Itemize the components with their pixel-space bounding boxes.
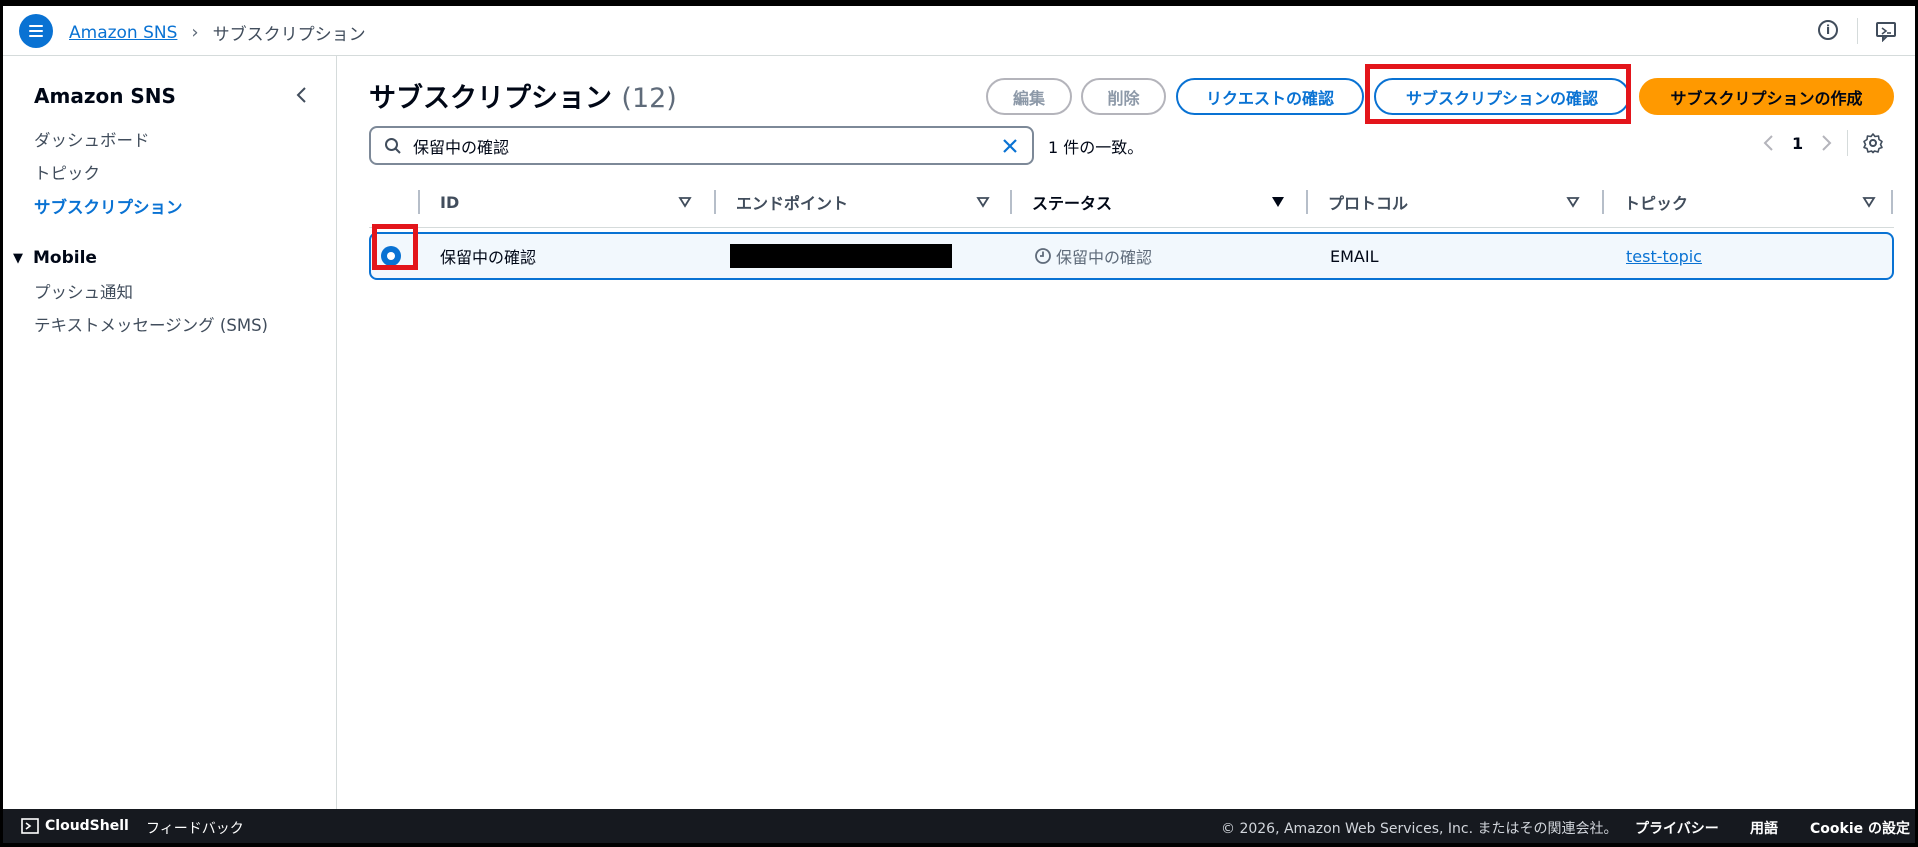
cell-protocol: EMAIL <box>1330 246 1379 266</box>
confirm-subscription-button[interactable]: サブスクリプションの確認 <box>1374 78 1630 115</box>
chevron-left-icon[interactable] <box>291 84 313 106</box>
clock-icon <box>1035 248 1051 264</box>
cell-topic: test-topic <box>1626 234 1702 278</box>
sidebar: Amazon SNS ダッシュボード トピック サブスクリプション ▼ Mobi… <box>3 56 337 809</box>
sidebar-section-label: Mobile <box>33 248 97 268</box>
sidebar-item-sms[interactable]: テキストメッセージング (SMS) <box>34 312 268 336</box>
page-title-count: (12) <box>621 83 677 114</box>
gear-icon[interactable] <box>1862 132 1884 154</box>
status-text: 保留中の確認 <box>1056 248 1153 267</box>
sidebar-item-topics[interactable]: トピック <box>34 160 100 184</box>
column-separator[interactable] <box>1010 190 1012 214</box>
cell-status: 保留中の確認 <box>1034 234 1152 278</box>
cell-id: 保留中の確認 <box>440 248 537 267</box>
sort-icon[interactable] <box>1566 196 1580 208</box>
match-count: 1 件の一致。 <box>1048 138 1144 157</box>
top-navigation: Amazon SNS › サブスクリプション i <box>3 6 1915 56</box>
page-title: サブスクリプション (12) <box>369 76 677 115</box>
close-icon[interactable] <box>999 135 1021 157</box>
column-header-endpoint[interactable]: エンドポイント <box>736 176 1011 228</box>
chevron-right-icon[interactable] <box>1815 132 1837 154</box>
breadcrumb-service-link[interactable]: Amazon SNS <box>69 23 177 43</box>
terms-link[interactable]: 用語 <box>1750 818 1778 838</box>
delete-button[interactable]: 削除 <box>1081 78 1166 115</box>
request-confirmation-button[interactable]: リクエストの確認 <box>1176 78 1364 115</box>
chevron-left-icon[interactable] <box>1758 132 1780 154</box>
sort-active-icon[interactable] <box>1271 196 1285 208</box>
redacted-endpoint <box>730 244 952 268</box>
row-select-radio[interactable] <box>381 246 401 266</box>
breadcrumb: Amazon SNS › サブスクリプション <box>69 20 366 45</box>
edit-button[interactable]: 編集 <box>986 78 1072 115</box>
breadcrumb-current: サブスクリプション <box>212 25 366 45</box>
table-row[interactable]: 保留中の確認 保留中の確認 EMAIL test-topic <box>369 232 1894 280</box>
column-header-status[interactable]: ステータス <box>1032 176 1307 228</box>
caret-down-icon: ▼ <box>13 250 23 266</box>
pagination: 1 <box>1758 130 1884 156</box>
main-content: サブスクリプション (12) 編集 削除 リクエストの確認 サブスクリプションの… <box>338 56 1915 809</box>
create-subscription-button[interactable]: サブスクリプションの作成 <box>1639 78 1894 115</box>
sort-icon[interactable] <box>678 196 692 208</box>
sidebar-section-mobile[interactable]: ▼ Mobile <box>13 248 97 268</box>
subscriptions-table: ID エンドポイント ステータス プロトコル トピック 保留中の確認 保留中の確… <box>369 176 1894 280</box>
page-number[interactable]: 1 <box>1792 134 1803 153</box>
column-header-protocol[interactable]: プロトコル <box>1328 176 1603 228</box>
feedback-icon[interactable] <box>1875 20 1897 42</box>
sort-icon[interactable] <box>1862 196 1876 208</box>
menu-icon[interactable] <box>19 14 53 48</box>
search-box <box>369 126 1034 165</box>
info-icon[interactable]: i <box>1818 20 1838 40</box>
search-input[interactable] <box>413 133 993 159</box>
topic-link[interactable]: test-topic <box>1626 247 1702 266</box>
chevron-right-icon: › <box>191 22 199 43</box>
cloudshell-icon[interactable] <box>21 818 39 834</box>
sidebar-title: Amazon SNS <box>34 84 176 108</box>
column-separator[interactable] <box>1602 190 1604 214</box>
column-separator[interactable] <box>714 190 716 214</box>
feedback-link[interactable]: フィードバック <box>146 818 244 838</box>
divider <box>1847 130 1849 156</box>
sidebar-item-push[interactable]: プッシュ通知 <box>34 279 133 303</box>
column-header-topic[interactable]: トピック <box>1624 176 1894 228</box>
page-title-text: サブスクリプション <box>369 83 612 114</box>
browser-frame: Amazon SNS › サブスクリプション i Amazon SNS ダッシュ… <box>3 6 1915 843</box>
divider <box>1857 18 1858 44</box>
copyright: © 2026, Amazon Web Services, Inc. またはその関… <box>1221 821 1618 837</box>
sidebar-item-dashboard[interactable]: ダッシュボード <box>34 127 150 151</box>
column-separator <box>1891 190 1893 214</box>
cookie-settings-link[interactable]: Cookie の設定 <box>1810 818 1910 838</box>
privacy-link[interactable]: プライバシー <box>1635 818 1719 838</box>
footer: CloudShell フィードバック © 2026, Amazon Web Se… <box>3 809 1915 843</box>
cloudshell-link[interactable]: CloudShell <box>45 818 129 834</box>
sidebar-item-subscriptions[interactable]: サブスクリプション <box>34 194 183 218</box>
sort-icon[interactable] <box>976 196 990 208</box>
search-icon <box>385 138 401 154</box>
column-separator <box>418 190 420 214</box>
column-separator[interactable] <box>1306 190 1308 214</box>
column-header-id[interactable]: ID <box>440 176 715 228</box>
table-header: ID エンドポイント ステータス プロトコル トピック <box>369 176 1894 228</box>
